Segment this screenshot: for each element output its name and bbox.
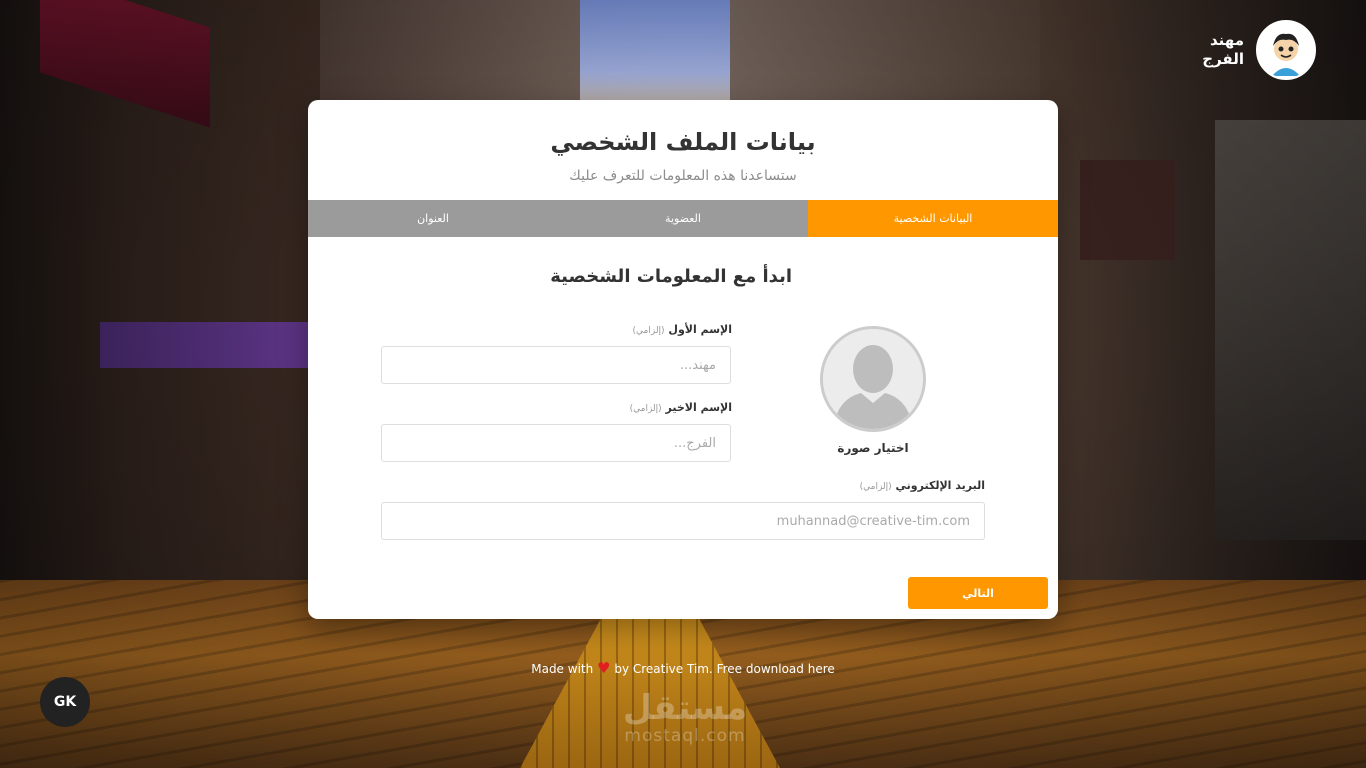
required-marker: (إلزامي)	[632, 326, 665, 336]
profile-picture-upload[interactable]	[820, 326, 926, 432]
default-avatar-icon	[823, 329, 923, 429]
corner-badge[interactable]: GK	[40, 677, 90, 727]
user-avatar[interactable]	[1256, 20, 1316, 80]
watermark-latin: mostaql.com	[624, 726, 746, 746]
user-name: مهند الفرج	[1202, 31, 1244, 68]
page-subtitle: ستساعدنا هذه المعلومات للتعرف عليك	[569, 168, 797, 184]
required-marker: (إلزامي)	[629, 404, 662, 414]
next-button[interactable]: التالي	[908, 577, 1048, 609]
email-label: البريد الإلكتروني (إلزامي)	[859, 479, 985, 492]
tab-personal-info[interactable]: البيانات الشخصية	[808, 200, 1058, 237]
first-name-label: الإسم الأول (إلزامي)	[632, 323, 732, 336]
user-profile[interactable]: مهند الفرج	[1184, 20, 1316, 80]
watermark-arabic: مستقل	[622, 688, 748, 728]
section-title: ابدأ مع المعلومات الشخصية	[550, 266, 792, 287]
required-marker: (إلزامي)	[859, 482, 892, 492]
wizard-tabs: البيانات الشخصية العضوية العنوان	[308, 200, 1058, 237]
cartoon-avatar-icon	[1258, 22, 1314, 78]
profile-wizard-card: بيانات الملف الشخصي ستساعدنا هذه المعلوم…	[308, 100, 1058, 619]
footer-credit-link[interactable]: by Creative Tim. Free download here	[614, 662, 834, 676]
footer-made-with: Made with	[531, 662, 594, 676]
heart-icon: ♥	[597, 659, 611, 677]
last-name-label: الإسم الاخير (إلزامي)	[629, 401, 732, 414]
tab-address[interactable]: العنوان	[308, 200, 558, 237]
page-title: بيانات الملف الشخصي	[550, 128, 816, 156]
tab-membership[interactable]: العضوية	[558, 200, 808, 237]
choose-picture-label: اختيار صورة	[837, 441, 909, 455]
first-name-input[interactable]	[381, 346, 731, 384]
last-name-input[interactable]	[381, 424, 731, 462]
footer: Made with ♥ by Creative Tim. Free downlo…	[0, 659, 1366, 677]
email-input[interactable]	[381, 502, 985, 540]
watermark-logo: مستقل mostaql.com	[600, 690, 770, 746]
